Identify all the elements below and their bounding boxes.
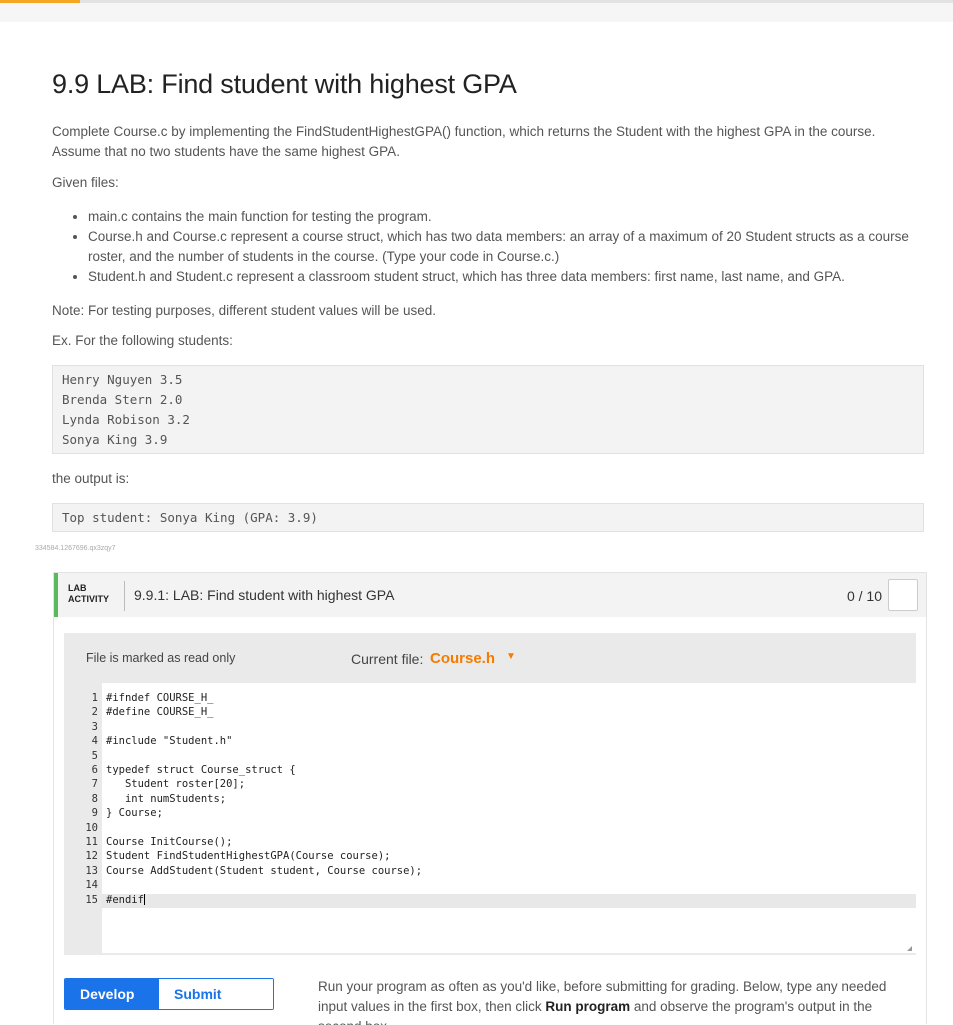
line-number: 7 xyxy=(91,778,98,791)
mode-toggle: Develop mode Submit mode xyxy=(64,978,274,1010)
code-line: Sonya King 3.9 xyxy=(62,432,168,447)
code-line: Student roster[20]; xyxy=(106,778,246,791)
page-title: 9.9 LAB: Find student with highest GPA xyxy=(52,69,517,99)
example-label: Ex. For the following students: xyxy=(52,333,233,348)
line-number: 2 xyxy=(91,706,98,719)
current-file-label: Current file: xyxy=(351,651,424,667)
example-output-block: Top student: Sonya King (GPA: 3.9) xyxy=(52,503,924,532)
list-item: Student.h and Student.c represent a clas… xyxy=(88,267,926,287)
list-item: Course.h and Course.c represent a course… xyxy=(88,227,926,267)
example-input-block: Henry Nguyen 3.5 Brenda Stern 2.0 Lynda … xyxy=(52,365,924,454)
code-editor: File is marked as read only Current file… xyxy=(64,633,916,955)
divider xyxy=(124,581,125,611)
files-list: main.c contains the main function for te… xyxy=(52,207,926,287)
line-number: 15 xyxy=(85,893,98,906)
code-line: #define COURSE_H_ xyxy=(106,706,214,719)
code-line: Course InitCourse(); xyxy=(106,836,233,848)
top-bar xyxy=(0,0,953,22)
progress-accent xyxy=(0,0,80,3)
code-text-area[interactable] xyxy=(102,683,916,953)
tag-line: ACTIVITY xyxy=(68,594,110,604)
code-line: #ifndef COURSE_H_ xyxy=(106,692,214,704)
run-instructions: Run your program as often as you'd like,… xyxy=(318,977,918,1025)
code-line: Course AddStudent(Student student, Cours… xyxy=(106,864,423,877)
lab-header: LAB ACTIVITY 9.9.1: LAB: Find student wi… xyxy=(54,573,926,617)
line-number: 4 xyxy=(91,735,98,748)
line-number: 12 xyxy=(85,850,98,863)
code-line: typedef struct Course_struct { xyxy=(106,764,296,776)
run-program-mention: Run program xyxy=(545,999,631,1014)
code-line: Henry Nguyen 3.5 xyxy=(62,372,183,387)
readonly-notice: File is marked as read only xyxy=(86,651,236,665)
active-line-highlight xyxy=(102,894,916,908)
submit-mode-button[interactable]: Submit mode xyxy=(159,979,273,1009)
output-label: the output is: xyxy=(52,471,130,486)
lab-activity-tag: LAB ACTIVITY xyxy=(68,583,109,605)
line-number: 3 xyxy=(91,720,98,733)
code-line: } Course; xyxy=(106,807,163,820)
line-number: 6 xyxy=(91,764,98,776)
score-text: 0 / 10 xyxy=(846,588,882,604)
note-text: Note: For testing purposes, different st… xyxy=(52,303,436,318)
line-number: 11 xyxy=(85,836,98,848)
given-files-label: Given files: xyxy=(52,175,119,190)
editor-toolbar: File is marked as read only Current file… xyxy=(64,633,916,683)
code-line: #include "Student.h" xyxy=(106,735,233,748)
develop-mode-button[interactable]: Develop mode xyxy=(65,979,159,1009)
line-number: 9 xyxy=(91,807,98,820)
code-line: Top student: Sonya King (GPA: 3.9) xyxy=(62,510,318,525)
line-number: 13 xyxy=(85,864,98,877)
code-line: int numStudents; xyxy=(106,792,227,805)
tag-line: LAB xyxy=(68,583,87,593)
code-line: Student FindStudentHighestGPA(Course cou… xyxy=(106,850,391,863)
line-number: 8 xyxy=(91,792,98,805)
line-number: 1 xyxy=(91,692,98,704)
intro-paragraph: Complete Course.c by implementing the Fi… xyxy=(52,124,876,159)
lab-title: 9.9.1: LAB: Find student with highest GP… xyxy=(134,587,395,603)
text-cursor xyxy=(143,894,145,906)
line-number: 14 xyxy=(85,879,98,892)
current-file-dropdown[interactable]: Course.h xyxy=(430,650,495,667)
line-number: 10 xyxy=(85,821,98,834)
lab-activity: LAB ACTIVITY 9.9.1: LAB: Find student wi… xyxy=(53,572,927,1025)
tracking-id: 334584.1267696.qx3zqy7 xyxy=(35,545,116,552)
code-line: Brenda Stern 2.0 xyxy=(62,392,183,407)
line-number: 5 xyxy=(91,749,98,762)
code-line: Lynda Robison 3.2 xyxy=(62,412,190,427)
code-line: #endif xyxy=(106,893,145,906)
caret-down-icon[interactable]: ▼ xyxy=(506,651,516,662)
completion-box-icon xyxy=(888,579,918,611)
resize-handle-icon[interactable] xyxy=(907,946,912,951)
list-item: main.c contains the main function for te… xyxy=(88,207,926,227)
